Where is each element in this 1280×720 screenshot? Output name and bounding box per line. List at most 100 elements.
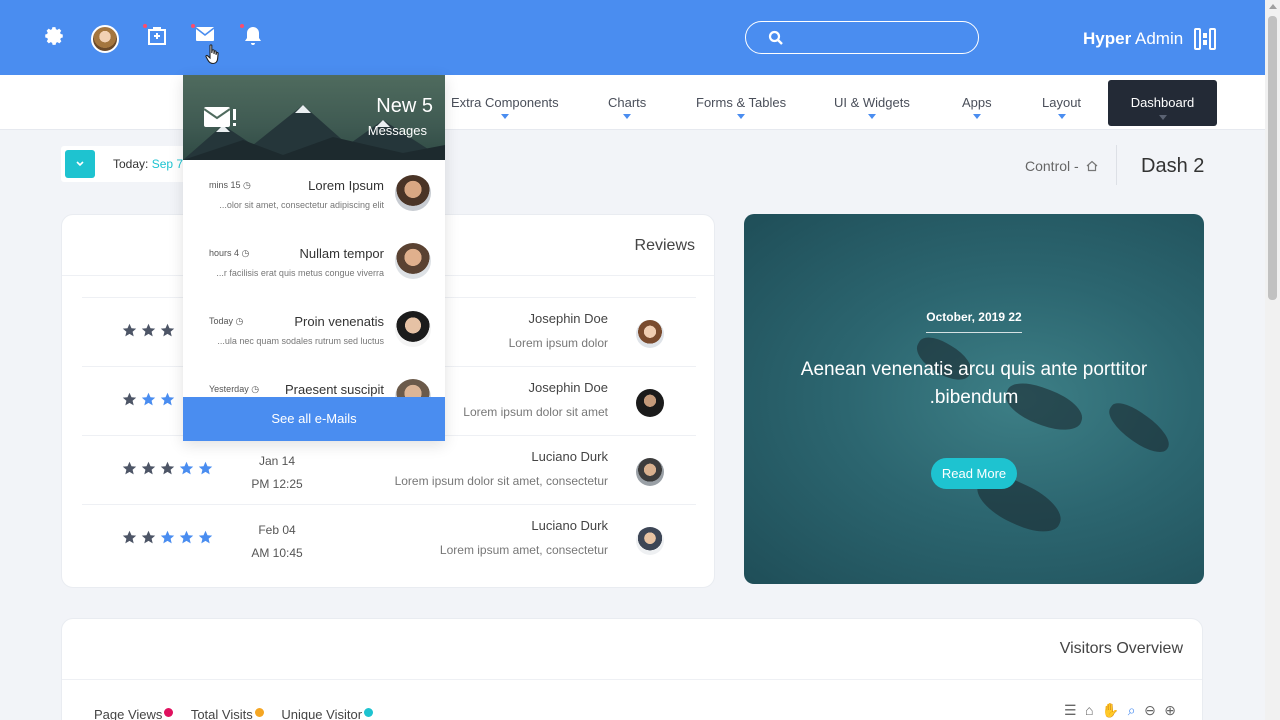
star-rating bbox=[122, 392, 179, 412]
star-icon bbox=[122, 530, 137, 544]
star-icon bbox=[122, 323, 137, 337]
review-text: Lorem ipsum dolor sit amet, consectetur bbox=[394, 474, 608, 488]
avatar bbox=[395, 243, 431, 279]
nav-dashboard[interactable]: Dashboard bbox=[1108, 80, 1217, 126]
message-sender: Proin venenatis bbox=[294, 314, 384, 329]
clock-icon: ◷ bbox=[241, 248, 250, 258]
star-icon bbox=[160, 323, 175, 337]
chevron-down-icon bbox=[1057, 114, 1066, 119]
user-avatar[interactable] bbox=[91, 25, 119, 53]
star-icon bbox=[198, 530, 213, 544]
review-text: Lorem ipsum dolor sit amet bbox=[463, 405, 608, 419]
avatar bbox=[636, 527, 664, 555]
page-title: Dash 2 bbox=[1141, 155, 1205, 177]
message-item[interactable]: hours 4 ◷ Nullam tempor ...r facilisis e… bbox=[183, 228, 445, 296]
pan-icon[interactable]: ✋ bbox=[1102, 702, 1119, 719]
home-icon[interactable] bbox=[1086, 160, 1098, 172]
gear-icon[interactable] bbox=[44, 26, 66, 48]
brand-name[interactable]: Hyper Admin bbox=[1083, 29, 1183, 49]
legend-dot-icon bbox=[364, 708, 374, 717]
star-icon bbox=[198, 461, 213, 475]
message-preview: ...olor sit amet, consectetur adipiscing… bbox=[219, 200, 384, 210]
featured-post-card: October, 2019 22 Aenean venenatis arcu q… bbox=[744, 214, 1204, 584]
post-title: Aenean venenatis arcu quis ante porttito… bbox=[800, 359, 1148, 408]
legend-item[interactable]: Page Views bbox=[94, 707, 174, 720]
reviewer-name: Luciano Durk bbox=[531, 449, 608, 464]
message-sender: Praesent suscipit bbox=[285, 382, 384, 397]
avatar bbox=[636, 458, 664, 486]
avatar bbox=[395, 175, 431, 211]
legend-item[interactable]: Unique Visitor bbox=[281, 707, 374, 720]
nav-forms-tables[interactable]: Forms & Tables bbox=[696, 95, 786, 119]
review-datetime: Feb 04 AM 10:45 bbox=[232, 519, 322, 565]
star-icon bbox=[141, 530, 156, 544]
bell-icon[interactable] bbox=[240, 24, 266, 48]
legend-label: Total Visits bbox=[190, 707, 253, 720]
star-rating bbox=[122, 530, 217, 550]
message-item[interactable]: mins 15 ◷ Lorem Ipsum ...olor sit amet, … bbox=[183, 160, 445, 228]
message-item[interactable]: Today ◷ Proin venenatis ...ula nec quam … bbox=[183, 296, 445, 364]
date-toggle-button[interactable] bbox=[65, 150, 95, 178]
message-time: mins 15 ◷ bbox=[209, 180, 251, 191]
star-icon bbox=[160, 530, 175, 544]
divider bbox=[62, 679, 1202, 680]
see-all-emails-button[interactable]: See all e-Mails bbox=[183, 397, 445, 441]
nav-label: Apps bbox=[962, 95, 992, 110]
zoom-icon[interactable]: ⌕ bbox=[1128, 702, 1136, 719]
review-date: Jan 14 bbox=[258, 454, 296, 468]
chevron-down-icon bbox=[76, 161, 84, 167]
messages-label: Messages bbox=[367, 123, 427, 138]
hospital-icon[interactable] bbox=[143, 24, 169, 48]
nav-ui-widgets[interactable]: UI & Widgets bbox=[834, 95, 910, 119]
review-datetime: Jan 14 PM 12:25 bbox=[232, 450, 322, 496]
chevron-down-icon bbox=[500, 114, 509, 119]
avatar bbox=[395, 311, 431, 347]
nav-layout[interactable]: Layout bbox=[1042, 95, 1081, 119]
message-time-text: hours 4 bbox=[209, 248, 240, 258]
scroll-up-arrow-icon[interactable] bbox=[1269, 4, 1277, 9]
message-time-text: Yesterday bbox=[209, 384, 249, 394]
nav-charts[interactable]: Charts bbox=[608, 95, 646, 119]
menu-icon[interactable]: ☰ bbox=[1064, 702, 1077, 719]
date-picker[interactable]: Today: Sep 7 bbox=[61, 146, 191, 182]
star-rating bbox=[122, 323, 179, 343]
legend-item[interactable]: Total Visits bbox=[191, 707, 264, 720]
avatar bbox=[395, 379, 431, 397]
chevron-down-icon bbox=[737, 114, 746, 119]
chart-legend: Page Views Total Visits Unique Visitor bbox=[94, 707, 387, 720]
scrollbar[interactable] bbox=[1265, 0, 1280, 720]
home-icon[interactable]: ⌂ bbox=[1085, 702, 1093, 718]
today-date: Today: Sep 7 bbox=[113, 157, 183, 171]
zoom-in-icon[interactable]: ⊕ bbox=[1164, 702, 1176, 719]
scroll-thumb[interactable] bbox=[1268, 16, 1277, 300]
brand-light: Admin bbox=[1134, 29, 1184, 48]
breadcrumb[interactable]: Control - bbox=[1025, 158, 1098, 174]
legend-label: Unique Visitor bbox=[281, 707, 363, 720]
star-icon bbox=[141, 392, 156, 406]
table-row[interactable]: Feb 04 AM 10:45 Luciano Durk Lorem ipsum … bbox=[82, 504, 696, 573]
visitors-overview-card: Visitors Overview Page Views Total Visit… bbox=[61, 618, 1203, 720]
message-time-text: mins 15 bbox=[209, 180, 241, 190]
message-time: Today ◷ bbox=[209, 316, 243, 327]
brand-logo-icon bbox=[1194, 28, 1216, 50]
nav-extra-components[interactable]: Extra Components bbox=[451, 95, 559, 119]
nav-label: Layout bbox=[1042, 95, 1082, 110]
legend-dot-icon bbox=[254, 708, 264, 717]
read-more-button[interactable]: Read More bbox=[931, 458, 1017, 489]
star-icon bbox=[160, 461, 175, 475]
review-text: Lorem ipsum dolor bbox=[508, 336, 608, 350]
message-time: Yesterday ◷ bbox=[209, 384, 259, 395]
message-sender: Lorem Ipsum bbox=[308, 178, 384, 193]
message-time-text: Today bbox=[209, 316, 234, 326]
zoom-out-icon[interactable]: ⊖ bbox=[1144, 702, 1156, 719]
notification-dot bbox=[240, 24, 244, 28]
star-icon bbox=[179, 530, 194, 544]
message-item[interactable]: Yesterday ◷ Praesent suscipit bbox=[183, 364, 445, 397]
search-input[interactable] bbox=[745, 21, 979, 54]
notification-dot bbox=[143, 24, 147, 28]
message-preview: ...ula nec quam sodales rutrum sed luctu… bbox=[217, 336, 384, 346]
nav-apps[interactable]: Apps bbox=[962, 95, 992, 119]
table-row[interactable]: Jan 14 PM 12:25 Luciano Durk Lorem ipsum … bbox=[82, 435, 696, 504]
legend-label: Page Views bbox=[94, 707, 163, 720]
review-time: PM 12:25 bbox=[251, 477, 303, 491]
